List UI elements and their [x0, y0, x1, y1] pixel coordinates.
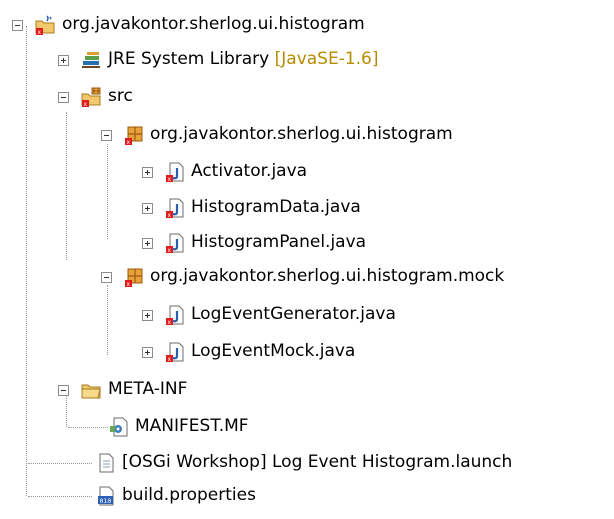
tree-item-build-properties[interactable]: 010 build.properties: [0, 481, 614, 511]
svg-text:x: x: [168, 176, 172, 183]
expand-toggle[interactable]: [58, 55, 69, 66]
collapse-toggle[interactable]: [101, 130, 112, 141]
svg-text:x: x: [127, 281, 131, 288]
launch-file-label: [OSGi Workshop] Log Event Histogram.laun…: [122, 452, 513, 472]
tree-item-package-mock[interactable]: x org.javakontor.sherlog.ui.histogram.mo…: [0, 262, 614, 292]
jre-library-name: JRE System Library: [108, 49, 270, 69]
tree-item-package-histogram[interactable]: x org.javakontor.sherlog.ui.histogram: [0, 120, 614, 150]
svg-text:x: x: [168, 319, 172, 326]
tree-item-log-event-generator-java[interactable]: x LogEventGenerator.java: [0, 300, 614, 330]
jre-version-text: [JavaSE-1.6]: [274, 49, 379, 69]
log-event-mock-java-label: LogEventMock.java: [191, 341, 356, 361]
java-file-icon: x: [166, 233, 184, 254]
collapse-toggle[interactable]: [58, 385, 69, 396]
project-label: org.javakontor.sherlog.ui.histogram: [62, 14, 365, 34]
activator-java-label: Activator.java: [191, 161, 308, 181]
expand-toggle[interactable]: [142, 203, 153, 214]
java-project-icon: x: [35, 15, 55, 36]
expand-toggle[interactable]: [142, 310, 153, 321]
expand-toggle[interactable]: [142, 238, 153, 249]
package-icon: x: [125, 268, 143, 288]
tree-item-src[interactable]: x src: [0, 82, 614, 112]
java-file-icon: x: [166, 198, 184, 219]
tree-item-launch-file[interactable]: [OSGi Workshop] Log Event Histogram.laun…: [0, 448, 614, 478]
manifest-label: MANIFEST.MF: [135, 416, 249, 436]
package-explorer-tree: x org.javakontor.sherlog.ui.histogram JR…: [0, 0, 614, 519]
src-label: src: [108, 86, 133, 106]
log-event-generator-java-label: LogEventGenerator.java: [191, 304, 396, 324]
expand-toggle[interactable]: [142, 347, 153, 358]
tree-item-log-event-mock-java[interactable]: x LogEventMock.java: [0, 337, 614, 367]
library-icon: [82, 52, 100, 68]
meta-inf-label: META-INF: [108, 379, 188, 399]
tree-item-meta-inf[interactable]: META-INF: [0, 375, 614, 405]
svg-text:x: x: [168, 247, 172, 254]
collapse-toggle[interactable]: [58, 92, 69, 103]
expand-toggle[interactable]: [142, 167, 153, 178]
folder-icon: [81, 384, 101, 399]
svg-text:x: x: [127, 139, 131, 146]
jre-library-label: JRE System Library [JavaSE-1.6]: [108, 48, 379, 70]
tree-item-histogram-data-java[interactable]: x HistogramData.java: [0, 193, 614, 223]
launch-file-icon: [99, 453, 114, 473]
svg-text:x: x: [168, 356, 172, 363]
build-properties-label: build.properties: [122, 485, 256, 505]
svg-text:x: x: [168, 212, 172, 219]
manifest-icon: [110, 417, 128, 437]
java-file-icon: x: [166, 305, 184, 326]
package-icon: x: [125, 126, 143, 146]
tree-item-histogram-panel-java[interactable]: x HistogramPanel.java: [0, 228, 614, 258]
histogram-data-java-label: HistogramData.java: [191, 197, 361, 217]
java-file-icon: x: [166, 162, 184, 183]
collapse-toggle[interactable]: [101, 272, 112, 283]
package-histogram-label: org.javakontor.sherlog.ui.histogram: [150, 124, 453, 144]
tree-item-manifest[interactable]: MANIFEST.MF: [0, 412, 614, 442]
properties-file-icon: 010: [98, 486, 114, 506]
svg-text:x: x: [84, 101, 88, 108]
tree-item-activator-java[interactable]: x Activator.java: [0, 157, 614, 187]
package-mock-label: org.javakontor.sherlog.ui.histogram.mock: [150, 266, 505, 286]
source-folder-icon: x: [81, 87, 101, 108]
svg-text:x: x: [38, 29, 42, 36]
tree-item-jre-library[interactable]: JRE System Library [JavaSE-1.6]: [0, 45, 614, 75]
svg-text:010: 010: [100, 497, 112, 505]
tree-item-project[interactable]: x org.javakontor.sherlog.ui.histogram: [0, 10, 614, 40]
histogram-panel-java-label: HistogramPanel.java: [191, 232, 367, 252]
java-file-icon: x: [166, 342, 184, 363]
collapse-toggle[interactable]: [12, 20, 23, 31]
